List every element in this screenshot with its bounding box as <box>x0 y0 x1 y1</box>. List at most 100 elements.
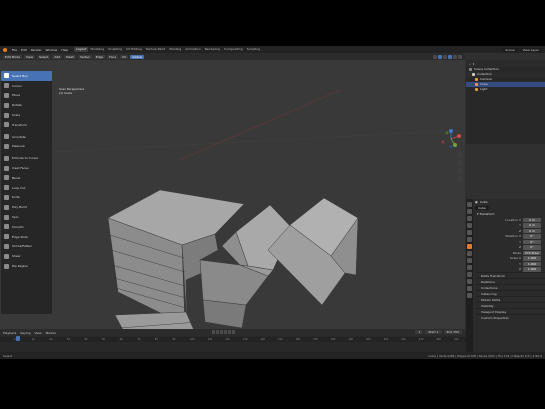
menu-help[interactable]: Help <box>59 48 70 52</box>
tool-smooth[interactable]: Smooth <box>1 222 52 232</box>
solid-shading-icon[interactable] <box>448 54 452 59</box>
menu-view-timeline[interactable]: View <box>34 331 41 335</box>
zoom-icon[interactable] <box>457 152 463 158</box>
material-shading-icon[interactable] <box>453 54 457 59</box>
location-y-field[interactable]: 0 m <box>523 223 541 228</box>
tool-select-box[interactable]: Select Box <box>1 71 52 81</box>
grid-view-icon[interactable] <box>457 176 463 182</box>
tool-extrude[interactable]: Extrude to Cursor <box>1 153 52 163</box>
location-z-field[interactable]: 0 m <box>523 228 541 233</box>
start-frame-field[interactable]: Start 1 <box>425 330 442 334</box>
tool-inset[interactable]: Inset Faces <box>1 163 52 173</box>
jump-start-icon[interactable] <box>212 330 215 334</box>
menu-mesh[interactable]: Mesh <box>64 54 77 59</box>
data-tab-icon[interactable] <box>467 279 472 284</box>
tool-poly-build[interactable]: Poly Build <box>1 202 52 212</box>
menu-vertex[interactable]: Vertex <box>78 54 92 59</box>
rotation-mode-dropdown[interactable]: XYZ Euler <box>523 250 541 255</box>
next-key-icon[interactable] <box>228 330 231 334</box>
world-tab-icon[interactable] <box>467 237 472 242</box>
tool-rotate[interactable]: Rotate <box>1 100 52 110</box>
tool-bevel[interactable]: Bevel <box>1 173 52 183</box>
tab-modeling[interactable]: Modeling <box>88 47 106 52</box>
tool-move[interactable]: Move <box>1 91 52 101</box>
end-frame-field[interactable]: End 250 <box>443 330 462 334</box>
wireframe-shading-icon[interactable] <box>443 54 447 59</box>
physics-tab-icon[interactable] <box>467 265 472 270</box>
menu-edit[interactable]: Edit <box>19 48 29 52</box>
object-name-field[interactable]: Cube <box>475 206 489 210</box>
tab-sculpting[interactable]: Sculpting <box>106 47 124 52</box>
playhead[interactable] <box>16 336 20 341</box>
particles-tab-icon[interactable] <box>467 258 472 263</box>
overlay-icon[interactable] <box>433 54 437 59</box>
scene-field[interactable]: Scene <box>502 47 518 52</box>
menu-playback[interactable]: Playback <box>3 331 16 335</box>
tool-tab-icon[interactable] <box>467 202 472 207</box>
section-custom-properties[interactable]: Custom Properties <box>475 314 545 320</box>
prev-key-icon[interactable] <box>216 330 219 334</box>
tab-uv-editing[interactable]: UV Editing <box>124 47 144 52</box>
scene-tab-icon[interactable] <box>467 230 472 235</box>
tool-knife[interactable]: Knife <box>1 193 52 203</box>
menu-keying[interactable]: Keying <box>20 331 30 335</box>
tab-shading[interactable]: Shading <box>167 47 183 52</box>
play-reverse-icon[interactable] <box>220 330 223 334</box>
menu-edge[interactable]: Edge <box>93 54 106 59</box>
rotation-z-field[interactable]: 0° <box>523 245 541 250</box>
tab-scripting[interactable]: Scripting <box>245 47 262 52</box>
menu-marker[interactable]: Marker <box>46 331 56 335</box>
modifier-tab-icon[interactable] <box>467 251 472 256</box>
tool-transform[interactable]: Transform <box>1 120 52 130</box>
pan-hand-icon[interactable] <box>457 160 463 166</box>
menu-view[interactable]: View <box>23 54 36 59</box>
view-layer-field[interactable]: View Layer <box>519 47 542 52</box>
tool-shear[interactable]: Shear <box>1 251 52 261</box>
menu-add[interactable]: Add <box>52 54 63 59</box>
transform-orientation-dropdown[interactable]: Global <box>130 54 144 59</box>
rotation-y-field[interactable]: 0° <box>523 239 541 244</box>
texture-tab-icon[interactable] <box>467 293 472 298</box>
rotation-x-field[interactable]: 0° <box>523 234 541 239</box>
tool-scale[interactable]: Scale <box>1 110 52 120</box>
tool-edge-slide[interactable]: Edge Slide <box>1 232 52 242</box>
outliner-search-icon[interactable]: ⌕ <box>469 62 471 66</box>
play-icon[interactable] <box>224 330 227 334</box>
tab-compositing[interactable]: Compositing <box>222 47 245 52</box>
menu-select[interactable]: Select <box>37 54 51 59</box>
rendered-shading-icon[interactable] <box>458 54 462 59</box>
menu-uv[interactable]: UV <box>120 54 129 59</box>
blender-logo-icon[interactable] <box>3 47 7 52</box>
object-tab-icon[interactable] <box>467 244 472 249</box>
scale-z-field[interactable]: 1.000 <box>523 267 541 272</box>
tab-rendering[interactable]: Rendering <box>203 47 222 52</box>
tool-rip-region[interactable]: Rip Region <box>1 261 52 271</box>
material-tab-icon[interactable] <box>467 286 472 291</box>
camera-view-icon[interactable] <box>457 168 463 174</box>
tab-texture-paint[interactable]: Texture Paint <box>144 47 167 52</box>
location-x-field[interactable]: 0 m <box>523 217 541 222</box>
tool-spin[interactable]: Spin <box>1 212 52 222</box>
tab-layout[interactable]: Layout <box>74 47 89 52</box>
menu-window[interactable]: Window <box>44 48 60 52</box>
render-tab-icon[interactable] <box>467 209 472 214</box>
tool-cursor[interactable]: Cursor <box>1 81 52 91</box>
navigation-gizmo[interactable] <box>440 128 462 150</box>
tool-measure[interactable]: Measure <box>1 142 52 152</box>
tool-shrink-fatten[interactable]: Shrink/Fatten <box>1 242 52 252</box>
constraints-tab-icon[interactable] <box>467 272 472 277</box>
3d-viewport[interactable]: User Perspective (1) Cube <box>0 60 465 359</box>
outliner-item-light[interactable]: Light <box>466 87 545 92</box>
scale-y-field[interactable]: 1.000 <box>523 261 541 266</box>
view-layer-tab-icon[interactable] <box>467 223 472 228</box>
jump-end-icon[interactable] <box>232 330 235 334</box>
menu-face[interactable]: Face <box>107 54 119 59</box>
output-tab-icon[interactable] <box>467 216 472 221</box>
current-frame-field[interactable]: 1 <box>415 330 424 334</box>
menu-file[interactable]: File <box>10 48 19 52</box>
mode-dropdown[interactable]: Edit Mode <box>3 54 22 59</box>
outliner-filter-icon[interactable]: ▾ <box>473 62 475 66</box>
tool-annotate[interactable]: Annotate <box>1 132 52 142</box>
menu-render[interactable]: Render <box>29 48 44 52</box>
tab-animation[interactable]: Animation <box>183 47 202 52</box>
